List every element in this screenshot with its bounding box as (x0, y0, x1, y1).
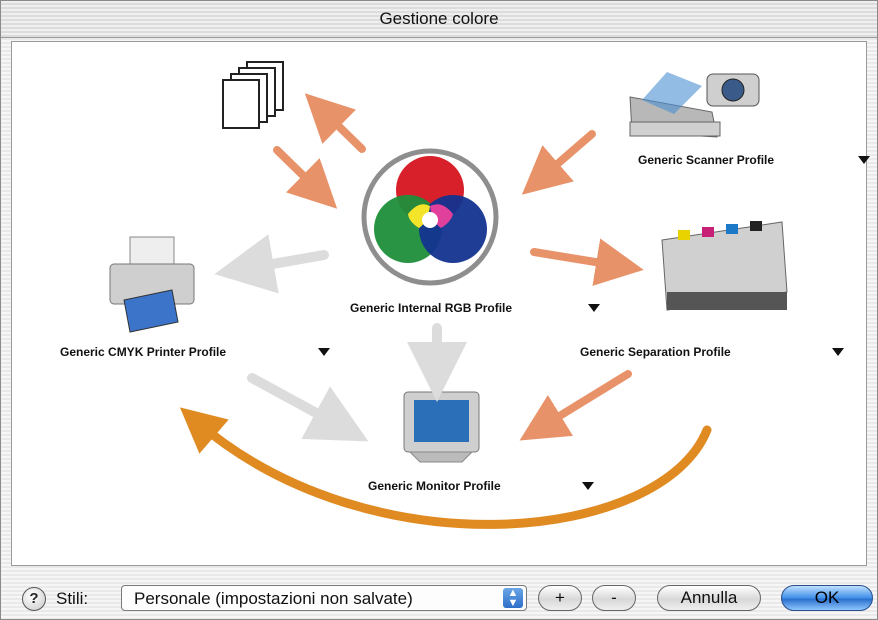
arrow-to-printer (214, 234, 329, 294)
separation-profile-label[interactable]: Generic Separation Profile (580, 345, 731, 359)
documents-icon (222, 61, 284, 129)
printer-icon (109, 236, 195, 333)
separation-profile-popup[interactable] (832, 348, 844, 356)
arrow-from-documents (273, 146, 338, 209)
scanner-profile-popup[interactable] (858, 156, 870, 164)
internal-rgb-profile-popup[interactable] (588, 304, 600, 312)
add-style-button[interactable]: + (538, 585, 582, 611)
window-title: Gestione colore (379, 9, 499, 28)
cmyk-printer-profile-label[interactable]: Generic CMYK Printer Profile (60, 345, 226, 359)
scanner-camera-icon (629, 72, 760, 138)
monitor-profile-label[interactable]: Generic Monitor Profile (368, 479, 501, 493)
styles-select-value: Personale (impostazioni non salvate) (134, 589, 413, 608)
monitor-icon (403, 391, 480, 463)
select-arrows-icon: ▲ ▼ (503, 588, 523, 609)
remove-style-button[interactable]: - (592, 585, 636, 611)
arrow-separation-to-monitor (519, 370, 632, 441)
rgb-profile-icon (361, 148, 499, 286)
styles-label: Stili: (56, 589, 89, 608)
arrow-from-scanner (521, 130, 596, 195)
cancel-button[interactable]: Annulla (657, 585, 761, 611)
internal-rgb-profile-label[interactable]: Generic Internal RGB Profile (350, 301, 512, 315)
scanner-profile-label[interactable]: Generic Scanner Profile (638, 153, 774, 167)
color-workflow-panel: Generic Scanner Profile Generic Internal… (11, 41, 870, 566)
cmyk-printer-profile-popup[interactable] (318, 348, 330, 356)
separation-press-icon (661, 221, 788, 311)
monitor-profile-popup[interactable] (582, 482, 594, 490)
color-management-window: Gestione colore Generic Scanner Profile … (0, 0, 878, 620)
styles-select[interactable]: Personale (impostazioni non salvate) ▲ ▼ (121, 585, 527, 611)
ok-button[interactable]: OK (781, 585, 873, 611)
help-button[interactable]: ? (22, 587, 46, 611)
arrow-to-separation (530, 238, 644, 286)
arrow-to-documents (304, 93, 366, 153)
title-bar[interactable]: Gestione colore (1, 1, 877, 38)
arrow-printer-to-monitor (247, 373, 369, 442)
